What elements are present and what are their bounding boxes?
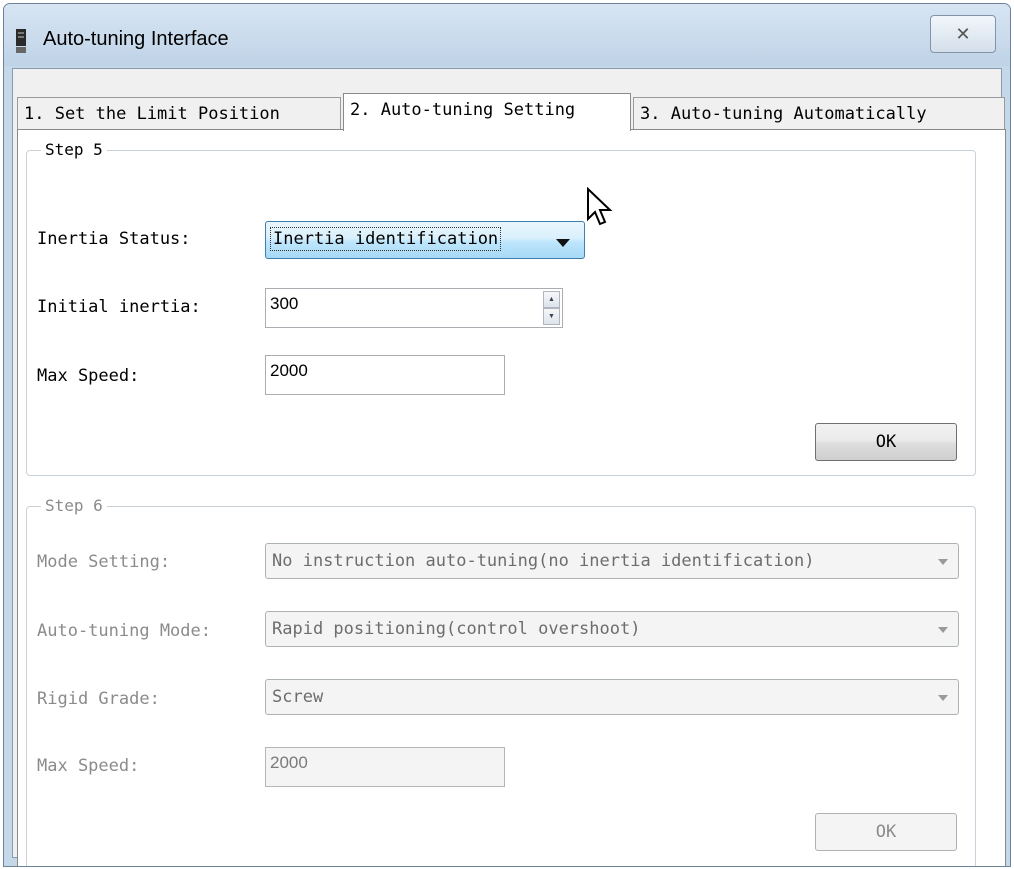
step5-group: Step 5 Inertia Status: Inertia identific… xyxy=(26,140,976,476)
auto-tuning-mode-select[interactable]: Rapid positioning(control overshoot) xyxy=(265,611,959,647)
step6-max-speed-input[interactable]: 2000 xyxy=(265,747,505,787)
dropdown-arrow-icon xyxy=(556,239,570,247)
tab-label: 1. Set the Limit Position xyxy=(24,104,280,124)
mouse-pointer-icon xyxy=(587,187,613,226)
dropdown-arrow-icon xyxy=(938,559,948,565)
mode-setting-label: Mode Setting: xyxy=(37,552,171,572)
title-bar[interactable]: Auto-tuning Interface ✕ xyxy=(4,4,1010,66)
initial-inertia-label: Initial inertia: xyxy=(37,297,201,317)
dropdown-arrow-icon xyxy=(938,627,948,633)
max-speed-input[interactable]: 2000 xyxy=(265,355,505,395)
tab-label: 2. Auto-tuning Setting xyxy=(350,100,576,120)
initial-inertia-spinbox[interactable]: 300 ▲ ▼ xyxy=(265,288,563,328)
rigid-grade-value: Screw xyxy=(272,687,324,707)
app-icon xyxy=(16,29,26,53)
auto-tuning-mode-label: Auto-tuning Mode: xyxy=(37,621,211,641)
step6-max-speed-label: Max Speed: xyxy=(37,756,140,776)
mode-setting-value: No instruction auto-tuning(no inertia id… xyxy=(272,551,815,571)
window-title: Auto-tuning Interface xyxy=(43,28,229,50)
tab-label: 3. Auto-tuning Automatically xyxy=(640,104,927,124)
tab-set-limit-position[interactable]: 1. Set the Limit Position xyxy=(17,97,341,130)
inertia-status-label: Inertia Status: xyxy=(37,229,191,249)
close-button[interactable]: ✕ xyxy=(930,15,996,53)
step6-ok-button[interactable]: OK xyxy=(815,813,957,851)
step6-legend: Step 6 xyxy=(41,496,107,516)
dialog-window: Auto-tuning Interface ✕ 1. Set the Limit… xyxy=(3,3,1011,867)
mode-setting-select[interactable]: No instruction auto-tuning(no inertia id… xyxy=(265,543,959,579)
step5-legend: Step 5 xyxy=(41,140,107,160)
initial-inertia-value: 300 xyxy=(270,294,299,313)
spin-buttons[interactable]: ▲ ▼ xyxy=(543,291,560,325)
step6-group: Step 6 Mode Setting: No instruction auto… xyxy=(26,496,976,866)
inertia-status-value: Inertia identification xyxy=(269,227,502,251)
spin-down-icon[interactable]: ▼ xyxy=(543,308,560,325)
close-icon: ✕ xyxy=(955,23,971,44)
rigid-grade-select[interactable]: Screw xyxy=(265,679,959,715)
tab-auto-tuning-automatically[interactable]: 3. Auto-tuning Automatically xyxy=(633,97,1005,130)
max-speed-value: 2000 xyxy=(270,361,308,380)
spin-up-icon[interactable]: ▲ xyxy=(543,291,560,308)
max-speed-label: Max Speed: xyxy=(37,366,140,386)
inertia-status-select[interactable]: Inertia identification xyxy=(265,221,585,259)
step6-max-speed-value: 2000 xyxy=(270,753,308,772)
tab-auto-tuning-setting[interactable]: 2. Auto-tuning Setting xyxy=(343,93,631,131)
dropdown-arrow-icon xyxy=(938,695,948,701)
auto-tuning-mode-value: Rapid positioning(control overshoot) xyxy=(272,619,641,639)
rigid-grade-label: Rigid Grade: xyxy=(37,689,160,709)
tab-panel: Step 5 Inertia Status: Inertia identific… xyxy=(17,129,1006,866)
step5-ok-button[interactable]: OK xyxy=(815,423,957,461)
client-area: 1. Set the Limit Position 2. Auto-tuning… xyxy=(12,68,1006,866)
